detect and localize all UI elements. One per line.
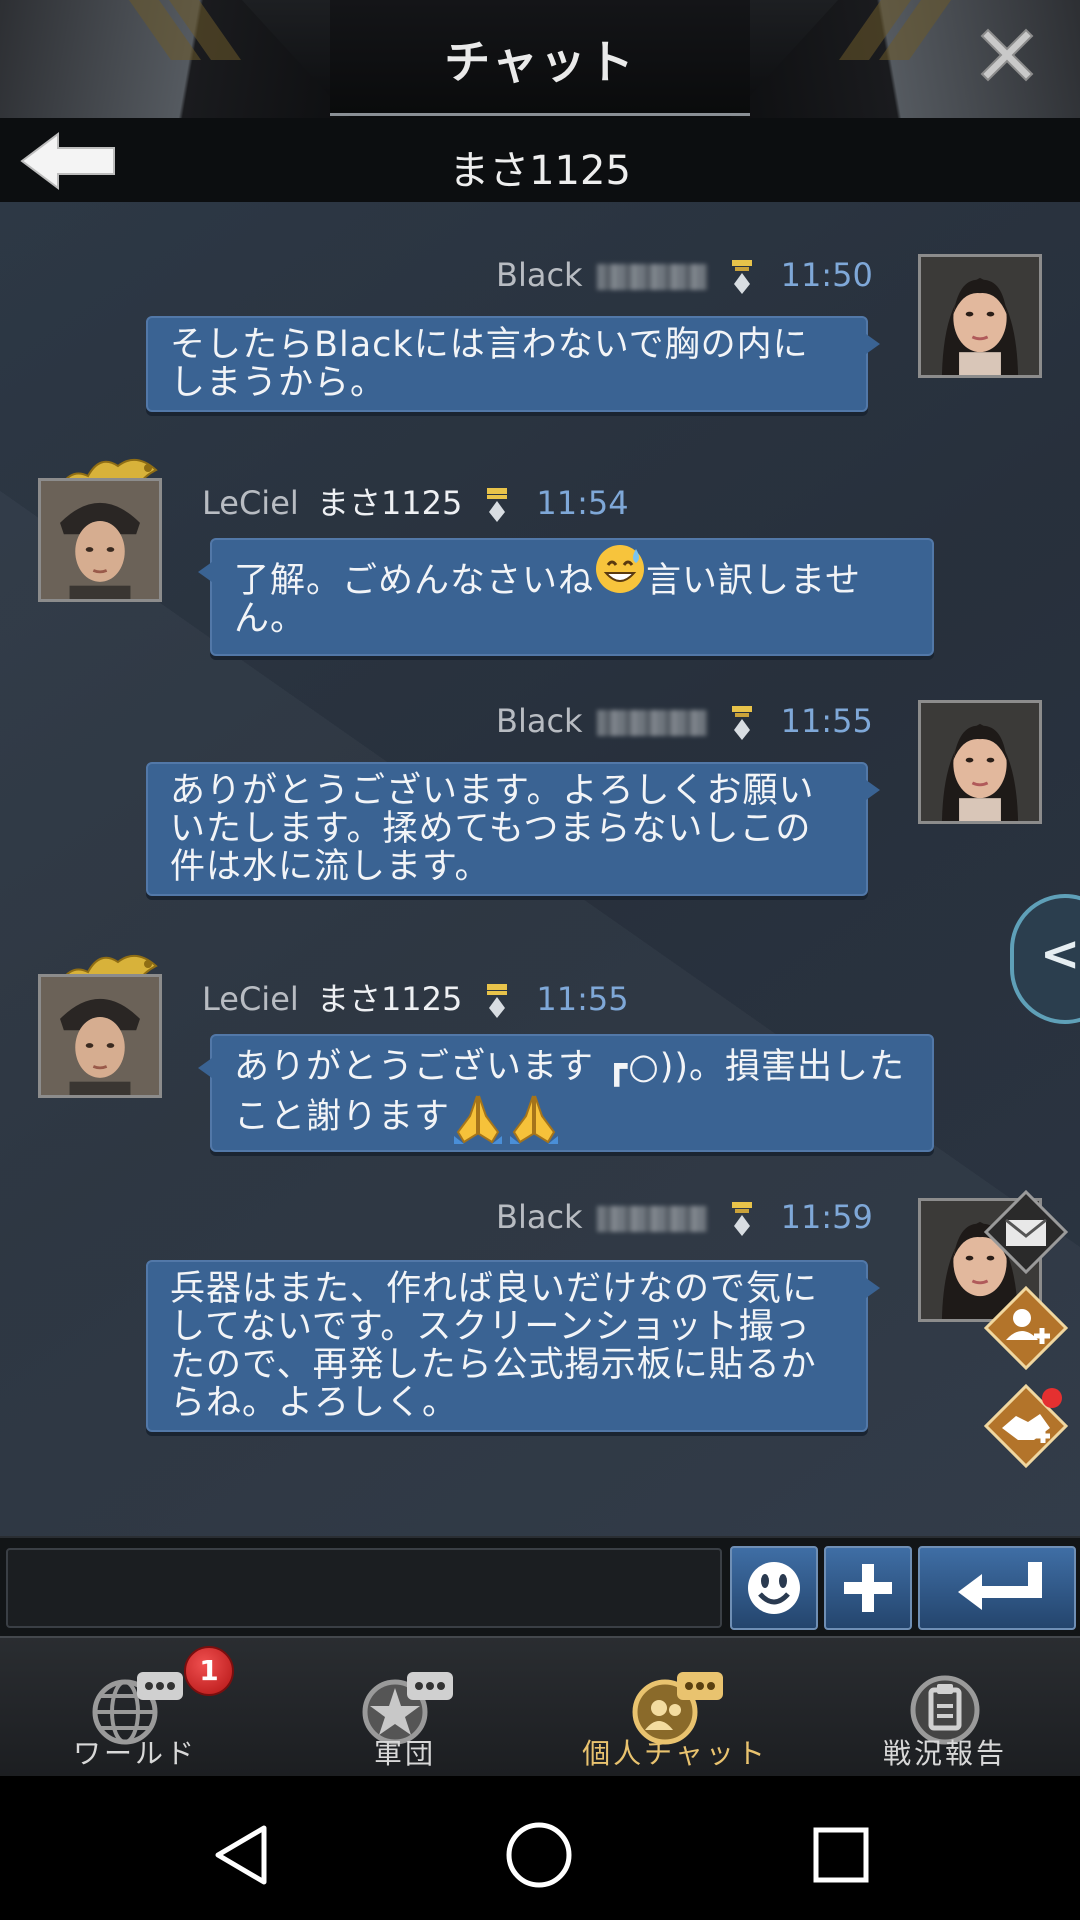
unread-badge: 1 bbox=[184, 1646, 234, 1696]
emoji-button[interactable] bbox=[730, 1546, 818, 1630]
tab-label: 軍団 bbox=[373, 1737, 436, 1770]
rank-icon bbox=[731, 706, 752, 740]
sender-name: LeCiel bbox=[202, 484, 299, 522]
home-circle-icon[interactable] bbox=[504, 1820, 574, 1890]
avatar[interactable] bbox=[38, 974, 162, 1098]
mail-icon[interactable] bbox=[984, 1190, 1068, 1274]
message-text: ありがとうございます。よろしくお願いいたします。揉めてもつまらないしこの件は水に… bbox=[170, 771, 815, 887]
tab-label: 戦況報告 bbox=[882, 1737, 1007, 1770]
plus-icon bbox=[844, 1564, 892, 1612]
tab-private-chat[interactable]: 個人チャット bbox=[540, 1638, 810, 1778]
blurred-name bbox=[596, 1206, 707, 1232]
recents-square-icon[interactable] bbox=[806, 1820, 876, 1890]
side-panel-toggle[interactable]: << bbox=[1010, 894, 1080, 1024]
bottom-tab-bar: 1 ワールド 軍団 個人チャット 戦況報告 bbox=[0, 1636, 1080, 1776]
sender-name: Black bbox=[496, 702, 583, 740]
message-meta: Black 11:59 bbox=[496, 1198, 873, 1236]
message-text: 了解。ごめんなさいね bbox=[234, 561, 595, 601]
message-meta: LeCiel まさ1125 11:55 bbox=[202, 974, 629, 1020]
title-bar: チャット bbox=[0, 0, 1080, 118]
rank-icon bbox=[731, 1202, 752, 1236]
rank-icon bbox=[487, 984, 508, 1018]
message-time: 11:55 bbox=[780, 702, 873, 740]
message-time: 11:59 bbox=[780, 1198, 873, 1236]
message-meta: Black 11:50 bbox=[496, 256, 873, 294]
attach-button[interactable] bbox=[824, 1546, 912, 1630]
message-text: そしたらBlackには言わないで胸の内にしまうから。 bbox=[170, 325, 809, 403]
avatar[interactable] bbox=[918, 254, 1042, 378]
send-button[interactable] bbox=[918, 1546, 1076, 1630]
message-text: ありがとうございます ┏○))。損害出したこと謝ります bbox=[234, 1047, 906, 1137]
message-bubble[interactable]: ありがとうございます ┏○))。損害出したこと謝ります bbox=[198, 1034, 934, 1152]
blurred-name bbox=[596, 710, 707, 736]
message-text: 兵器はまた、作れば良いだけなので気にしてないです。スクリーンショット撮ったので、… bbox=[170, 1269, 819, 1423]
sweat-smile-emoji-icon bbox=[596, 545, 645, 593]
blurred-name bbox=[596, 264, 707, 290]
sender-name: Black bbox=[496, 1198, 583, 1236]
message-bubble[interactable]: ありがとうございます。よろしくお願いいたします。揉めてもつまらないしこの件は水に… bbox=[146, 762, 880, 896]
back-triangle-icon[interactable] bbox=[208, 1820, 278, 1890]
sender-name: Black bbox=[496, 256, 583, 294]
conversation-title: まさ1125 bbox=[449, 148, 631, 194]
message-meta: LeCiel まさ1125 11:54 bbox=[202, 478, 629, 524]
avatar[interactable] bbox=[918, 700, 1042, 824]
message-input[interactable] bbox=[6, 1548, 722, 1628]
tab-label: 個人チャット bbox=[582, 1737, 768, 1770]
folded-hands-emoji-icon bbox=[454, 1095, 503, 1144]
double-chevron-left-icon: << bbox=[1040, 926, 1080, 982]
tab-label: ワールド bbox=[72, 1737, 197, 1770]
tab-world[interactable]: 1 ワールド bbox=[0, 1638, 270, 1778]
sender-nickname: まさ1125 bbox=[316, 484, 463, 522]
rank-icon bbox=[487, 488, 508, 522]
conversation-header: まさ1125 bbox=[0, 118, 1080, 202]
message-meta: Black 11:55 bbox=[496, 702, 873, 740]
tab-legion[interactable]: 軍団 bbox=[270, 1638, 540, 1778]
message-bubble[interactable]: 了解。ごめんなさいね 言い訳しません。 bbox=[198, 538, 934, 656]
message-bubble[interactable]: そしたらBlackには言わないで胸の内にしまうから。 bbox=[146, 316, 880, 412]
smiley-icon bbox=[748, 1562, 800, 1614]
add-friend-icon[interactable] bbox=[984, 1286, 1068, 1370]
chat-area[interactable]: Black 11:50 そしたらBlackには言わないで胸の内にしまうから。 Le… bbox=[0, 202, 1080, 1536]
rank-icon bbox=[731, 260, 752, 294]
system-navigation-bar bbox=[0, 1776, 1080, 1920]
avatar[interactable] bbox=[38, 478, 162, 602]
message-time: 11:55 bbox=[536, 980, 629, 1018]
sender-nickname: まさ1125 bbox=[316, 980, 463, 1018]
tab-battle-report[interactable]: 戦況報告 bbox=[810, 1638, 1080, 1778]
enter-arrow-icon bbox=[958, 1562, 1042, 1610]
message-input-bar bbox=[0, 1536, 1080, 1636]
page-title: チャット bbox=[444, 35, 636, 89]
notification-dot bbox=[1042, 1388, 1062, 1408]
message-bubble[interactable]: 兵器はまた、作れば良いだけなので気にしてないです。スクリーンショット撮ったので、… bbox=[146, 1260, 880, 1432]
message-time: 11:50 bbox=[780, 256, 873, 294]
message-time: 11:54 bbox=[536, 484, 629, 522]
sender-name: LeCiel bbox=[202, 980, 299, 1018]
close-icon[interactable] bbox=[974, 22, 1040, 88]
folded-hands-emoji-icon bbox=[510, 1095, 559, 1144]
